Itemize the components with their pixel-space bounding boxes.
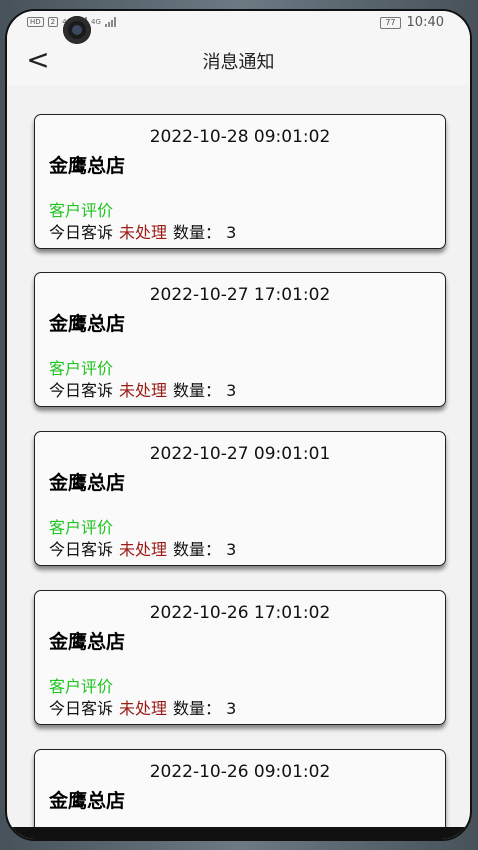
- notification-time: 2022-10-27 09:01:01: [149, 444, 331, 464]
- notification-type: 客户评价: [49, 677, 114, 696]
- store-name: 金鹰总店: [49, 790, 126, 812]
- status-badge: 未处理: [119, 223, 168, 242]
- hd-chip: HD: [27, 17, 44, 27]
- network-type-2: 4G: [91, 18, 101, 26]
- count-label: 数量：: [173, 699, 222, 718]
- detail-prefix: 今日客诉: [49, 223, 114, 242]
- count-label: 数量：: [173, 381, 222, 400]
- count-value: 3: [226, 540, 237, 559]
- status-time: 10:40: [406, 15, 444, 30]
- sim-chip: 2: [47, 17, 59, 27]
- notification-type: 客户评价: [49, 359, 114, 378]
- notification-card[interactable]: 2022-10-26 17:01:02 金鹰总店 客户评价 今日客诉 未处理 数量：…: [34, 590, 446, 725]
- status-bar-right: 77 10:40: [380, 15, 444, 30]
- signal-icon: [104, 17, 116, 27]
- notification-card[interactable]: 2022-10-27 17:01:02 金鹰总店 客户评价 今日客诉 未处理 数量：…: [34, 272, 446, 407]
- phone-frame: HD 2 4G 4G 77 10:40 < 消息通知 2022-10-28 09…: [0, 0, 478, 850]
- count-label: 数量：: [173, 540, 222, 559]
- store-name: 金鹰总店: [49, 313, 126, 335]
- phone-screen: HD 2 4G 4G 77 10:40 < 消息通知 2022-10-28 09…: [5, 9, 472, 841]
- notification-card[interactable]: 2022-10-27 09:01:01 金鹰总店 客户评价 今日客诉 未处理 数量：…: [34, 431, 446, 566]
- count-value: 3: [226, 699, 237, 718]
- notification-detail: 今日客诉 未处理 数量： 3: [49, 377, 236, 401]
- front-camera-icon: [63, 16, 91, 44]
- status-badge: 未处理: [119, 699, 168, 718]
- notification-time: 2022-10-26 17:01:02: [149, 603, 331, 623]
- detail-prefix: 今日客诉: [49, 540, 114, 559]
- notification-detail: 今日客诉 未处理 数量： 3: [49, 536, 236, 560]
- store-name: 金鹰总店: [49, 631, 126, 653]
- store-name: 金鹰总店: [49, 472, 126, 494]
- detail-prefix: 今日客诉: [49, 381, 114, 400]
- notification-type: 客户评价: [49, 201, 114, 220]
- page-title: 消息通知: [202, 52, 275, 73]
- notification-time: 2022-10-26 09:01:02: [149, 762, 331, 782]
- count-value: 3: [226, 223, 237, 242]
- notification-time: 2022-10-27 17:01:02: [149, 285, 331, 305]
- notification-time: 2022-10-28 09:01:02: [149, 127, 331, 147]
- screen-bottom-edge: [7, 827, 470, 839]
- store-name: 金鹰总店: [49, 155, 126, 177]
- notification-card[interactable]: 2022-10-28 09:01:02 金鹰总店 客户评价 今日客诉 未处理 数量：…: [34, 114, 446, 249]
- count-value: 3: [226, 381, 237, 400]
- battery-icon: 77: [380, 16, 401, 29]
- detail-prefix: 今日客诉: [49, 699, 114, 718]
- notification-type: 客户评价: [49, 518, 114, 537]
- notification-detail: 今日客诉 未处理 数量： 3: [49, 219, 236, 243]
- notification-detail: 今日客诉 未处理 数量： 3: [49, 695, 236, 719]
- status-badge: 未处理: [119, 381, 168, 400]
- count-label: 数量：: [173, 223, 222, 242]
- status-badge: 未处理: [119, 540, 168, 559]
